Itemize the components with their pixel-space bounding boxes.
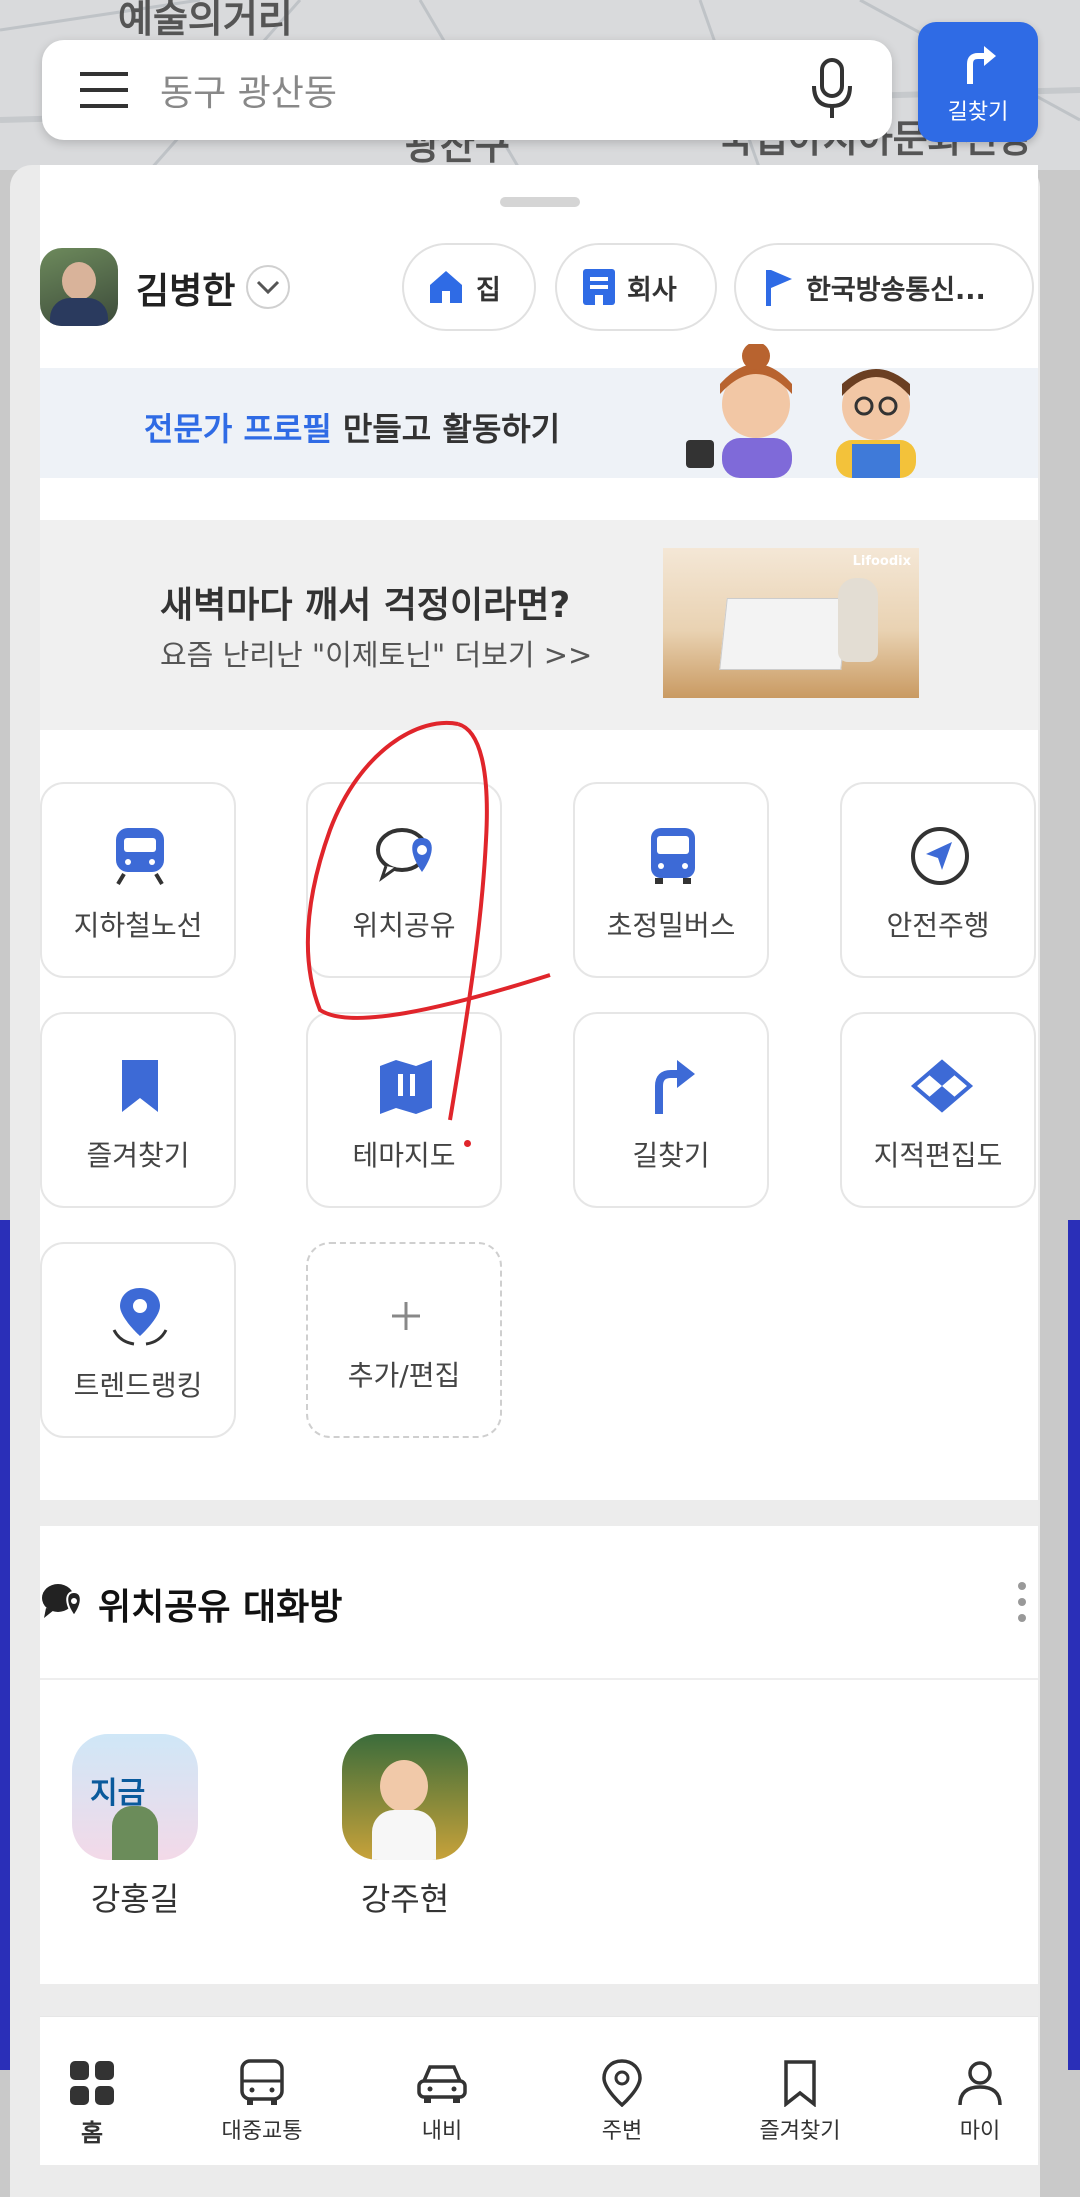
chat-room-member-2[interactable]: 강주현 (340, 1734, 470, 1920)
chat-avatar-1: 지금 (72, 1734, 198, 1860)
nav-transit[interactable]: 대중교통 (210, 2059, 314, 2145)
nav-favorites-label: 즐겨찾기 (759, 2119, 841, 2144)
subway-icon (116, 828, 164, 886)
chip-place[interactable]: 한국방송통신... (734, 243, 1034, 331)
chip-office-label: 회사 (627, 274, 677, 306)
microphone-icon[interactable] (810, 58, 856, 122)
nav-navigation[interactable]: 내비 (390, 2059, 494, 2145)
trend-ranking-icon (112, 1288, 168, 1346)
shortcut-favorites-label: 즐겨찾기 (86, 1139, 190, 1172)
shortcut-precise-bus-label: 초정밀버스 (606, 909, 736, 942)
flag-icon (766, 270, 792, 306)
person-icon (958, 2061, 1002, 2106)
shortcut-trend-ranking-label: 트렌드랭킹 (73, 1369, 203, 1402)
side-edge-bar-right (1068, 1220, 1080, 2070)
bus-outline-icon (240, 2059, 284, 2105)
expert-illustration (686, 344, 916, 478)
shortcut-theme-map-label: 테마지도 (352, 1139, 456, 1172)
nav-nearby[interactable]: 주변 (570, 2059, 674, 2145)
ad-banner[interactable]: 새벽마다 깨서 걱정이라면? 요즘 난리난 "이제토닌" 더보기 >> Lifo… (40, 520, 1038, 730)
menu-icon[interactable] (80, 70, 128, 110)
nav-home-label: 홈 (80, 2119, 104, 2147)
more-options-icon[interactable] (1016, 1580, 1028, 1624)
chip-place-label: 한국방송통신... (806, 274, 986, 306)
avatar[interactable] (40, 248, 118, 326)
pin-icon (602, 2059, 642, 2107)
account-dropdown-button[interactable] (246, 265, 290, 309)
nav-home[interactable]: 홈 (40, 2059, 144, 2148)
shortcut-trend-ranking[interactable]: 트렌드랭킹 (40, 1242, 236, 1438)
turn-right-arrow-icon (967, 46, 996, 84)
shortcut-cadastral-map-label: 지적편집도 (873, 1139, 1003, 1172)
shortcut-directions-label: 길찾기 (632, 1139, 710, 1172)
user-name[interactable]: 김병한 (136, 262, 235, 314)
chip-office[interactable]: 회사 (555, 243, 717, 331)
handwritten-annotation (305, 720, 551, 1121)
shortcut-safe-driving-label: 안전주행 (886, 909, 990, 942)
expert-banner-rest: 만들고 활동하기 (331, 410, 561, 448)
route-search-button[interactable]: 길찾기 (918, 22, 1038, 142)
expert-profile-banner[interactable]: 전문가 프로필 만들고 활동하기 (40, 344, 1038, 478)
ad-brand: Lifoodix (852, 554, 911, 569)
shortcut-subway-label: 지하철노선 (73, 909, 203, 942)
nav-transit-label: 대중교통 (221, 2119, 303, 2144)
ad-title: 새벽마다 깨서 걱정이라면? (160, 585, 571, 626)
nav-my[interactable]: 마이 (928, 2059, 1032, 2145)
chip-home[interactable]: 집 (402, 243, 536, 331)
expert-banner-text: 전문가 프로필 만들고 활동하기 (144, 404, 560, 450)
chat-room-member-1[interactable]: 지금 강홍길 (70, 1734, 200, 1920)
bus-icon (651, 828, 695, 884)
expert-banner-highlight: 전문가 프로필 (144, 410, 332, 448)
route-arrow-icon (655, 1060, 695, 1114)
chat-member-name-2: 강주현 (360, 1880, 450, 1918)
navigation-arrow-icon (911, 827, 969, 885)
home-grid-icon (70, 2061, 114, 2105)
plus-icon (392, 1302, 420, 1330)
route-button-label: 길찾기 (947, 100, 1009, 125)
car-icon (417, 2065, 467, 2103)
chat-member-name-1: 강홍길 (90, 1880, 180, 1918)
search-bar[interactable]: 동구 광산동 (42, 40, 892, 140)
shortcut-add-edit[interactable]: 추가/편집 (306, 1242, 502, 1438)
bookmark-outline-icon (784, 2060, 816, 2107)
chat-section-title: 위치공유 대화방 (98, 1587, 343, 1628)
nav-navigation-label: 내비 (421, 2119, 463, 2144)
shortcut-safe-driving[interactable]: 안전주행 (840, 782, 1036, 978)
shortcut-directions[interactable]: 길찾기 (573, 1012, 769, 1208)
chip-home-label: 집 (476, 274, 501, 306)
bottom-section-divider (40, 1984, 1038, 2016)
cadastral-icon (910, 1059, 974, 1113)
nav-favorites[interactable]: 즐겨찾기 (740, 2059, 860, 2145)
chat-section-divider (40, 1678, 1038, 1680)
new-dot-badge (464, 1140, 471, 1147)
shortcut-favorites[interactable]: 즐겨찾기 (40, 1012, 236, 1208)
chevron-down-icon (256, 280, 280, 295)
chat-avatar-2 (342, 1734, 468, 1860)
map-label-street: 예술의거리 (118, 0, 293, 41)
section-divider (40, 1500, 1038, 1526)
bookmark-icon (122, 1060, 158, 1112)
ad-product-image: Lifoodix (663, 548, 919, 698)
shortcut-subway[interactable]: 지하철노선 (40, 782, 236, 978)
shortcut-cadastral-map[interactable]: 지적편집도 (840, 1012, 1036, 1208)
ad-subtitle: 요즘 난리난 "이제토닌" 더보기 >> (160, 638, 593, 672)
nav-nearby-label: 주변 (601, 2119, 643, 2144)
chat-location-icon (42, 1584, 82, 1618)
search-input[interactable]: 동구 광산동 (160, 64, 337, 116)
shortcut-add-edit-label: 추가/편집 (347, 1359, 461, 1392)
bottom-navigation: 홈 대중교통 내비 주변 즐겨찾기 마이 (40, 2016, 1038, 2157)
home-icon (430, 271, 462, 303)
nav-my-label: 마이 (959, 2119, 1001, 2144)
office-icon (583, 269, 615, 305)
sheet-drag-handle[interactable] (500, 197, 580, 207)
shortcut-precise-bus[interactable]: 초정밀버스 (573, 782, 769, 978)
